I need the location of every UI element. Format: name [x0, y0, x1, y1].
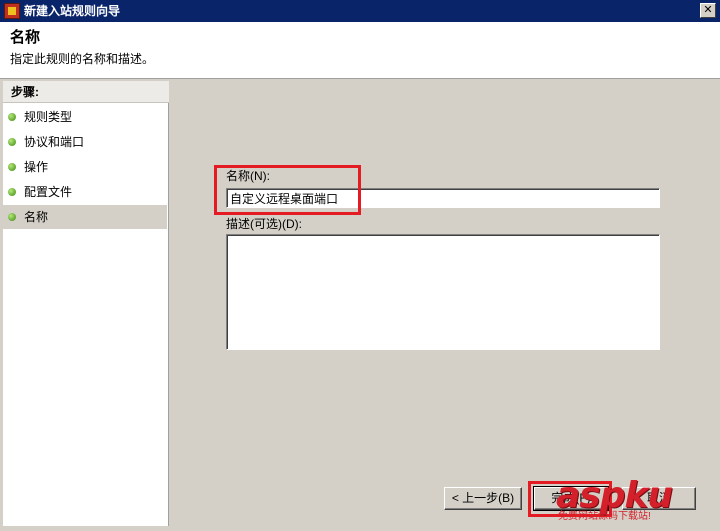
step-status-icon	[8, 213, 16, 221]
steps-sidebar: 步骤: 规则类型 协议和端口 操作 配置文件 名称	[3, 81, 169, 526]
firewall-icon	[4, 3, 20, 19]
finish-button[interactable]: 完成(F)	[533, 486, 609, 511]
step-status-icon	[8, 138, 16, 146]
step-status-icon	[8, 188, 16, 196]
steps-heading: 步骤:	[3, 81, 169, 103]
back-button[interactable]: < 上一步(B)	[444, 487, 522, 510]
close-button[interactable]: ✕	[700, 3, 716, 18]
name-input[interactable]	[226, 188, 660, 208]
step-name[interactable]: 名称	[3, 205, 167, 229]
description-label: 描述(可选)(D):	[226, 217, 302, 231]
name-label: 名称(N):	[226, 169, 270, 183]
step-status-icon	[8, 163, 16, 171]
step-label: 名称	[24, 210, 49, 224]
step-label: 操作	[24, 160, 49, 174]
page-subtitle: 指定此规则的名称和描述。	[10, 52, 155, 66]
wizard-header: 名称 指定此规则的名称和描述。	[0, 22, 720, 79]
step-profile[interactable]: 配置文件	[3, 180, 167, 204]
step-rule-type[interactable]: 规则类型	[3, 105, 167, 129]
step-label: 配置文件	[24, 185, 73, 199]
steps-heading-label: 步骤:	[11, 85, 39, 99]
page-title: 名称	[10, 29, 41, 46]
description-input[interactable]	[226, 234, 660, 350]
window-title: 新建入站规则向导	[24, 4, 121, 18]
step-protocol-ports[interactable]: 协议和端口	[3, 130, 167, 154]
title-bar: 新建入站规则向导 ✕	[0, 0, 720, 22]
step-action[interactable]: 操作	[3, 155, 167, 179]
cancel-button[interactable]: 取消	[622, 487, 696, 510]
wizard-content: 名称(N): 描述(可选)(D): < 上一步(B) 完成(F) 取消	[170, 81, 720, 531]
step-label: 规则类型	[24, 110, 73, 124]
step-status-icon	[8, 113, 16, 121]
step-label: 协议和端口	[24, 135, 85, 149]
